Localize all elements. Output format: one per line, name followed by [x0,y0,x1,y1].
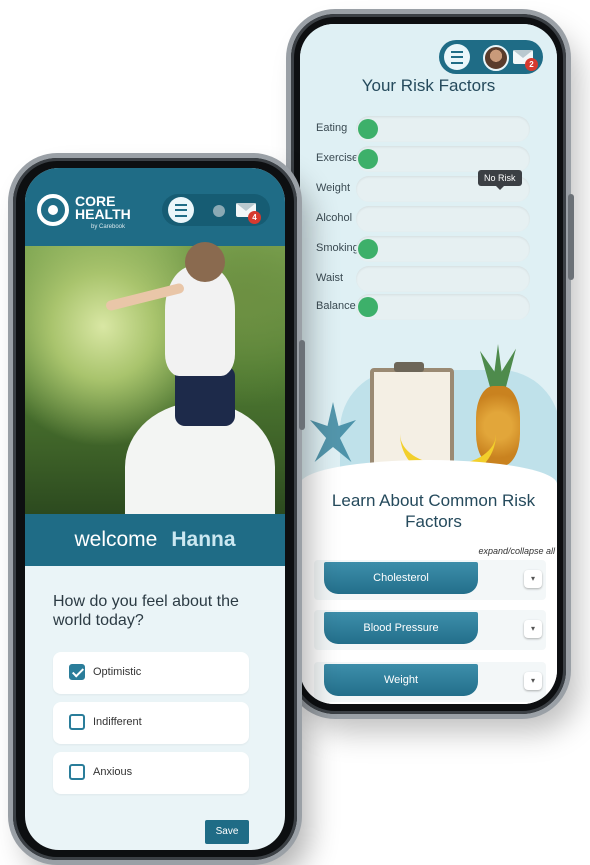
risk-label: Weight [316,182,351,194]
expand-collapse-all-link[interactable]: expand/collapse all [478,546,555,556]
risk-bar[interactable] [356,294,530,320]
checkbox-checked-icon[interactable] [69,664,85,680]
clipboard-clip [394,362,424,372]
menu-button[interactable] [168,197,194,223]
risk-row-eating: Eating [316,116,542,142]
avatar[interactable] [483,45,509,71]
risk-label: Balance [316,300,356,312]
hamburger-icon [175,203,187,217]
welcome-screen: CORE HEALTH by Carebook 4 welcome Hanna … [25,168,285,850]
user-icon[interactable] [213,205,225,217]
core-health-logo-icon [37,194,69,226]
header: CORE HEALTH by Carebook 4 [25,168,285,246]
header-actions: 4 [162,194,270,226]
chevron-down-icon[interactable]: ▾ [524,570,542,588]
phone-side-button [299,340,305,430]
header: 2 Your Risk Factors [300,24,557,110]
risk-label: Exercise [316,152,359,164]
logo-line2: HEALTH [75,206,131,222]
logo-text: CORE HEALTH [75,194,131,222]
page-title: Your Risk Factors [361,76,496,95]
accordion-weight: Weight ▾ [314,662,546,702]
risk-factors-screen: 2 Your Risk Factors Eating Exercise Weig… [300,24,557,704]
risk-row-exercise: Exercise [316,146,542,172]
risk-bar[interactable]: No Risk [356,170,530,202]
risk-label: Waist [316,272,344,284]
menu-button[interactable] [444,44,470,70]
risk-label: Smoking [316,242,359,254]
risk-row-weight: Weight No Risk [316,170,542,202]
risk-bar[interactable] [356,266,530,292]
option-label: Anxious [93,766,133,778]
logo-subtitle: by Carebook [91,224,126,230]
risk-ok-indicator [358,119,378,139]
risk-row-alcohol: Alcohol [316,206,542,232]
chevron-down-icon[interactable]: ▾ [524,672,542,690]
risk-bar[interactable] [356,206,530,232]
phone-side-button [568,194,574,280]
accordion-button[interactable]: Blood Pressure [324,612,478,644]
risk-bar[interactable] [356,236,530,262]
no-risk-tooltip: No Risk [478,170,522,190]
risk-label: Alcohol [316,212,353,224]
photo-child-head [185,242,225,282]
learn-section: Learn About Common Risk Factors expand/c… [300,460,557,704]
mail-badge: 2 [525,58,538,71]
risk-row-smoking: Smoking [316,236,542,262]
checkbox-icon[interactable] [69,764,85,780]
risk-ok-indicator [358,297,378,317]
checkbox-icon[interactable] [69,714,85,730]
hero-photo [25,242,285,532]
risk-bar[interactable] [356,116,530,142]
accordion-cholesterol: Cholesterol ▾ [314,560,546,600]
risk-bar[interactable] [356,146,530,172]
photo-child [165,266,235,376]
welcome-name: Hanna [171,528,236,551]
option-optimistic[interactable]: Optimistic [53,652,249,694]
mail-badge: 4 [248,211,261,224]
risk-ok-indicator [358,239,378,259]
option-label: Indifferent [93,716,142,728]
option-anxious[interactable]: Anxious [53,752,249,794]
chevron-down-icon[interactable]: ▾ [524,620,542,638]
risk-row-waist: Waist [316,266,542,292]
welcome-greeting: welcome [74,528,158,551]
mood-question: How do you feel about the world today? [53,593,239,629]
accordion-button[interactable]: Weight [324,664,478,696]
save-button[interactable]: Save [205,820,249,844]
option-label: Optimistic [93,666,142,678]
learn-title: Learn About Common Risk Factors [331,491,536,531]
hamburger-icon [451,50,463,64]
risk-ok-indicator [358,149,378,169]
risk-row-balance: Balance [316,294,542,320]
welcome-banner: welcome Hanna [25,514,285,566]
accordion-button[interactable]: Cholesterol [324,562,478,594]
accordion-blood-pressure: Blood Pressure ▾ [314,610,546,650]
option-indifferent[interactable]: Indifferent [53,702,249,744]
risk-label: Eating [316,122,348,134]
header-actions: 2 [439,40,543,74]
